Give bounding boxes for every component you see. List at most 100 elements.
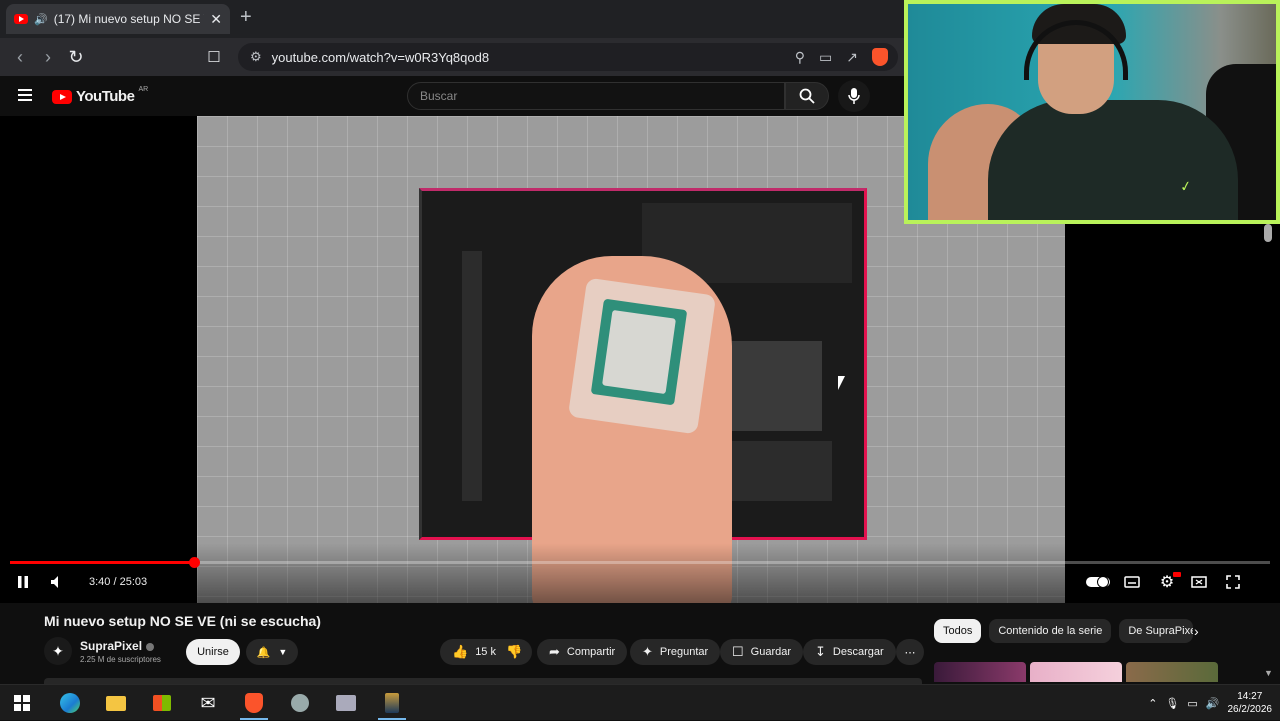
share-button[interactable]: ➦ Compartir [537,639,628,665]
address-bar[interactable]: ⚙ youtube.com/watch?v=w0R3Yq8qod8 ⚲ ▭ ↗ [238,43,898,71]
clock-date: 26/2/2026 [1227,704,1273,715]
thumbs-up-icon: 👍 [452,644,469,659]
scroll-down-arrow-icon[interactable]: ▼ [1264,668,1273,678]
ask-label: Preguntar [659,646,709,658]
volume-icon [51,576,58,588]
microphone-tray-icon[interactable]: 🎙 [1165,697,1179,710]
download-label: Descargar [832,646,884,658]
fullscreen-button[interactable] [1224,572,1242,592]
taskbar-store[interactable] [144,689,180,717]
download-icon: ↧ [815,644,826,659]
share-icon[interactable]: ↗ [846,49,858,66]
volume-tray-icon[interactable]: 🔊 [1206,697,1220,710]
youtube-favicon-icon [14,14,28,24]
menu-icon[interactable] [18,89,32,101]
dislike-button[interactable]: 👎 [496,639,533,665]
browser-tab[interactable]: 🔊 (17) Mi nuevo setup NO SE VE ✕ [6,4,230,34]
youtube-header: YouTube AR Buscar [0,76,905,116]
pause-icon [18,576,28,588]
download-button[interactable]: ↧ Descargar [803,639,896,665]
window-app-icon [336,695,356,711]
autoplay-toggle-icon [1086,576,1110,588]
folder-icon [106,695,126,711]
clock-time: 14:27 [1237,691,1263,702]
scrollbar-thumb[interactable] [1264,224,1272,242]
ask-button[interactable]: ✦ Preguntar [630,639,721,665]
save-button[interactable]: ☐ Guardar [720,639,804,665]
forward-button[interactable]: › [34,47,62,68]
search-input[interactable]: Buscar [407,82,785,110]
voice-search-button[interactable] [838,80,870,112]
subtitles-button[interactable] [1123,572,1141,592]
pause-button[interactable] [14,572,32,592]
zoom-icon[interactable]: ⚲ [795,49,805,66]
video-cpu-image [590,298,688,406]
channel-name[interactable]: SupraPixel [80,639,155,653]
taskbar-clock[interactable]: 14:27 26/2/2026 [1228,690,1273,716]
webcam-overlay: ✓ [904,0,1280,224]
edge-icon [60,693,80,713]
windows-taskbar: ✉ ⌃ 🎙 ▭ 🔊 14:27 26/2/2026 [0,684,1280,720]
back-button[interactable]: ‹ [6,47,34,68]
subtitles-icon [1124,576,1140,588]
cast-icon[interactable]: ▭ [819,49,832,66]
share-label: Compartir [566,646,616,658]
network-icon[interactable]: ▭ [1187,697,1197,710]
more-actions-button[interactable]: ⋯ [896,639,924,665]
close-tab-icon[interactable]: ✕ [210,11,222,28]
volume-button[interactable] [48,572,66,592]
taskbar-app-shield[interactable] [282,689,318,717]
taskbar-edge[interactable] [52,689,88,717]
more-icon: ⋯ [904,646,916,659]
progress-scrubber[interactable] [188,557,200,568]
time-display: 3:40 / 25:03 [89,576,148,588]
windows-logo-icon [14,695,30,711]
mail-icon: ✉ [200,692,216,713]
miniplayer-button[interactable] [1190,572,1208,592]
related-thumbnail[interactable] [934,662,1026,682]
url-text[interactable]: youtube.com/watch?v=w0R3Yq8qod8 [272,50,489,65]
taskbar-app-window[interactable] [328,689,364,717]
tray-overflow-icon[interactable]: ⌃ [1148,697,1157,710]
chip-series-content[interactable]: Contenido de la serie [989,619,1112,643]
related-thumbnail[interactable] [1126,662,1218,682]
search-button[interactable] [785,82,829,110]
notifications-button[interactable]: 🔔 ▼ [246,639,298,665]
chip-todos[interactable]: Todos [934,619,982,643]
brave-shield-icon[interactable] [872,48,888,66]
game-app-icon [385,693,399,713]
reload-button[interactable]: ↻ [62,47,90,68]
site-settings-icon[interactable]: ⚙ [250,49,262,65]
chevron-right-icon[interactable]: › [1194,623,1199,639]
channel-name-text[interactable]: SupraPixel [80,639,142,653]
mouse-cursor-icon [838,376,845,390]
taskbar-file-explorer[interactable] [98,689,134,717]
taskbar-brave[interactable] [236,689,272,720]
fullscreen-icon [1226,575,1240,589]
new-tab-button[interactable]: + [240,6,252,29]
bookmark-icon[interactable]: ☐ [200,48,228,66]
settings-button[interactable]: ⚙ [1157,572,1181,592]
subscriber-count: 2.25 M de suscriptores [80,655,161,664]
related-thumbnail[interactable] [1030,662,1122,682]
channel-avatar[interactable]: ✦ [44,637,72,665]
related-chips: Todos Contenido de la serie De SupraPixe… [934,619,1194,643]
video-title: Mi nuevo setup NO SE VE (ni se escucha) [44,613,321,629]
tab-title: (17) Mi nuevo setup NO SE VE [53,12,205,26]
start-button[interactable] [4,689,40,717]
youtube-play-icon [52,89,72,104]
progress-played [10,561,194,564]
chip-from-channel[interactable]: De SupraPixel [1119,619,1194,643]
taskbar-mail[interactable]: ✉ [190,689,226,717]
search-icon [799,88,815,104]
youtube-logo[interactable]: YouTube AR [52,86,149,105]
progress-bar[interactable] [10,557,1270,568]
speaker-icon[interactable]: 🔊 [34,13,48,26]
suprapixel-logo-icon: ✦ [52,642,64,659]
sparkle-icon: ✦ [642,644,653,659]
join-button[interactable]: Unirse [186,639,240,665]
bell-icon: 🔔 [256,646,271,659]
country-code: AR [138,86,149,93]
taskbar-app-game[interactable] [374,689,410,720]
autoplay-toggle[interactable] [1086,572,1110,592]
